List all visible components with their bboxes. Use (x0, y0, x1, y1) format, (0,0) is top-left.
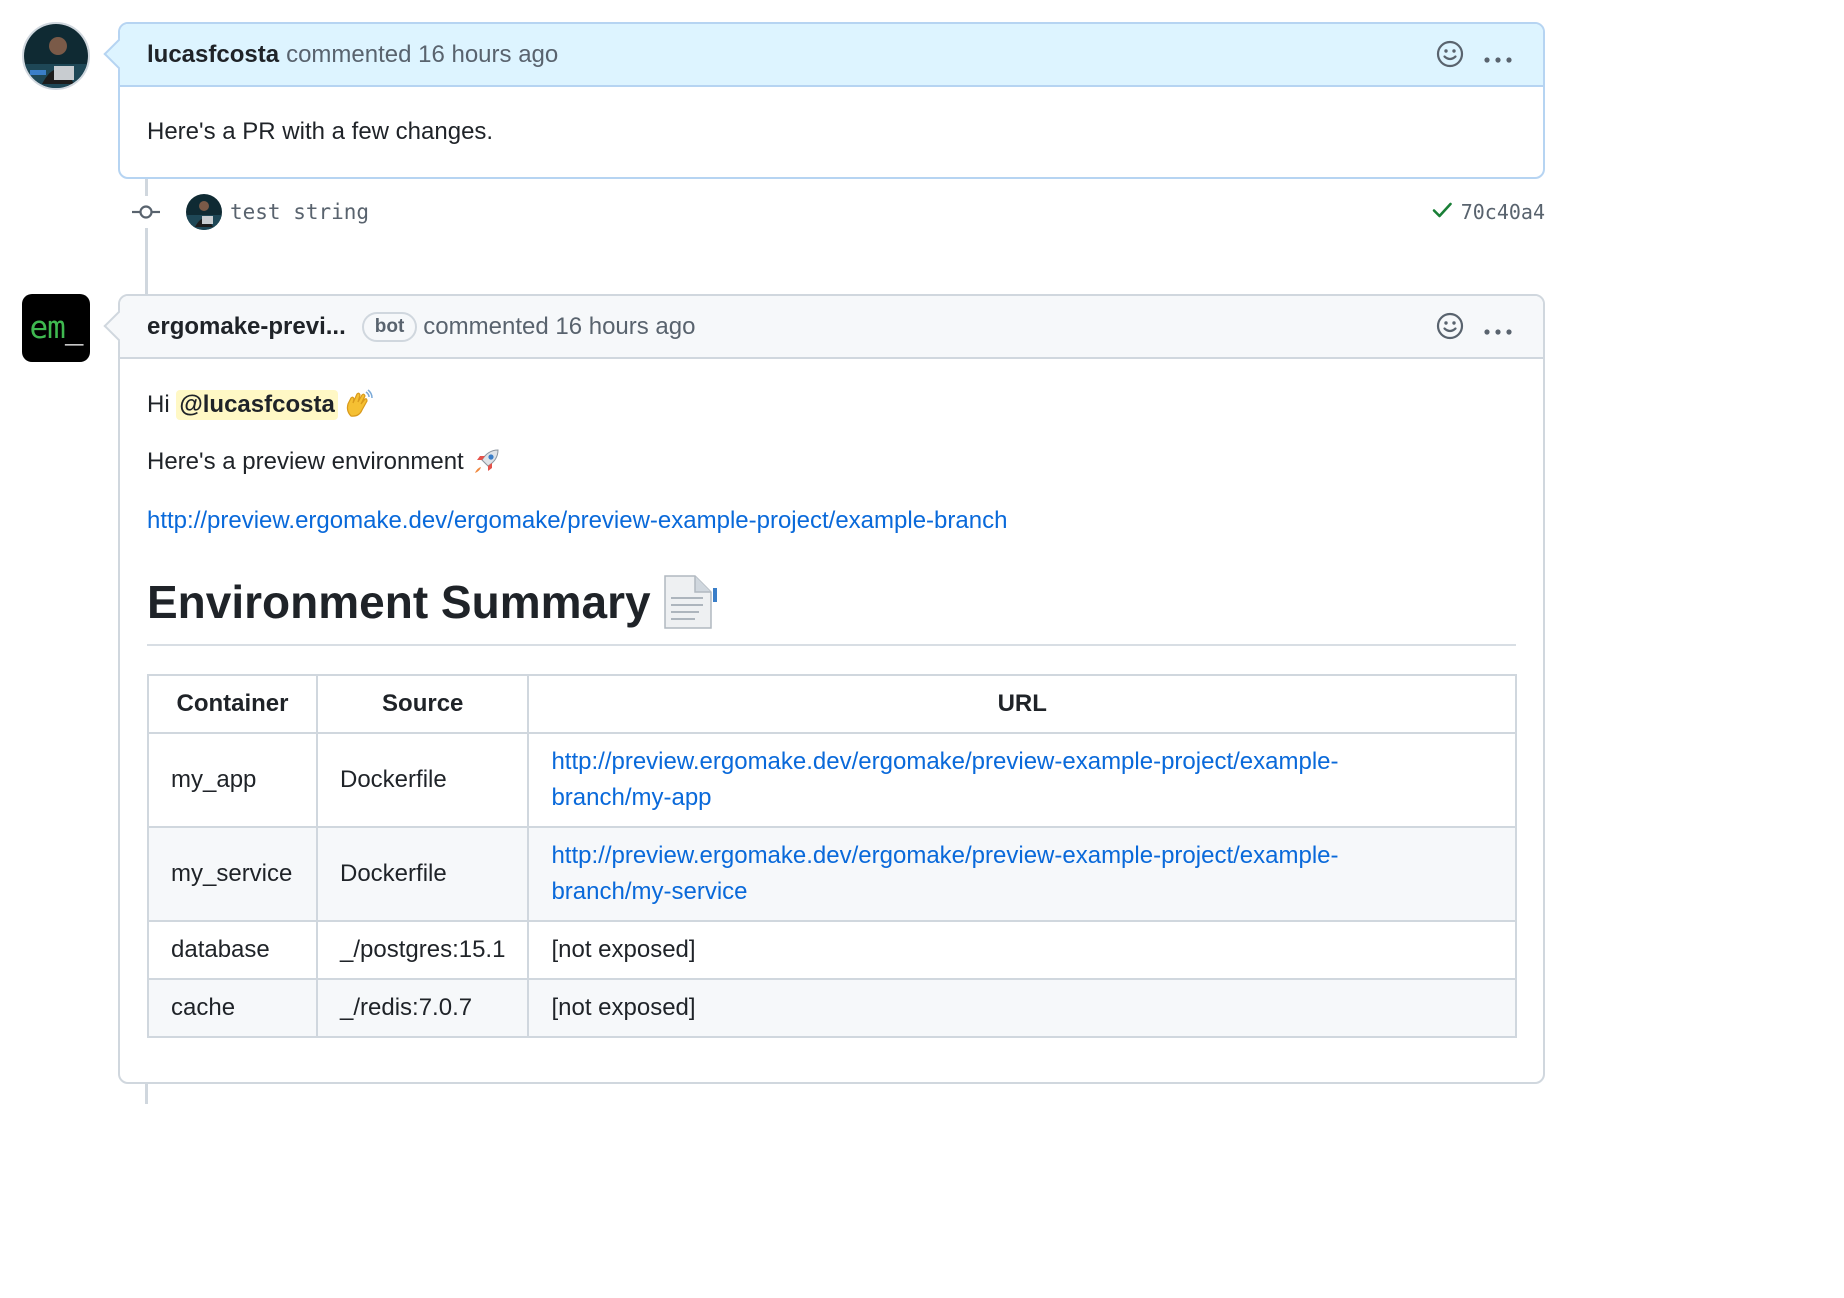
table-row: my_app Dockerfile http://preview.ergomak… (147, 732, 1517, 828)
commit-sha-link[interactable]: 70c40a4 (1461, 200, 1545, 224)
column-header-container: Container (147, 674, 318, 734)
environment-summary-heading: Environment Summary (147, 572, 1516, 646)
container-url-link[interactable]: http://preview.ergomake.dev/ergomake/pre… (551, 842, 1338, 905)
url-line-2: branch/my-app (551, 784, 712, 811)
commit-row: test string 70c40a4 (130, 190, 1545, 234)
table-row: my_service Dockerfile http://preview.erg… (147, 826, 1517, 922)
cell-container: database (147, 920, 318, 980)
kebab-horizontal-icon[interactable] (1483, 316, 1513, 344)
cell-url: [not exposed] (527, 920, 1517, 980)
avatar-text-underscore: _ (64, 310, 84, 346)
column-header-source: Source (315, 674, 530, 734)
avatar-text-em: em (29, 310, 66, 346)
cell-container: my_app (147, 732, 318, 828)
table-row: database _/postgres:15.1 [not exposed] (147, 920, 1517, 980)
smiley-icon[interactable] (1435, 311, 1465, 348)
rocket-icon (470, 446, 502, 478)
document-icon (661, 572, 721, 632)
comment-body: Here's a PR with a few changes. (120, 87, 1543, 146)
comment-body: Hi @lucasfcosta Here's a preview environ… (120, 389, 1543, 1038)
comment-timestamp[interactable]: commented 16 hours ago (286, 41, 558, 69)
cell-source: _/postgres:15.1 (315, 920, 530, 980)
comment-actions (1435, 39, 1513, 76)
comment-header: lucasfcosta commented 16 hours ago (120, 24, 1543, 87)
avatar-lucasfcosta[interactable] (22, 22, 90, 90)
cell-url: http://preview.ergomake.dev/ergomake/pre… (527, 826, 1517, 922)
commit-message-link[interactable]: test string (230, 200, 369, 224)
cell-container: cache (147, 978, 318, 1038)
table-row: cache _/redis:7.0.7 [not exposed] (147, 978, 1517, 1038)
environment-table: Container Source URL my_app Dockerfile h… (147, 674, 1517, 1038)
environment-summary-title: Environment Summary (147, 576, 651, 628)
cell-url: [not exposed] (527, 978, 1517, 1038)
waving-hand-icon (342, 389, 374, 421)
commit-status: 70c40a4 (1431, 199, 1545, 226)
comment-ergomake-bot: ergomake-previ... bot commented 16 hours… (103, 294, 1545, 1084)
comment-actions (1435, 311, 1513, 348)
mention-link[interactable]: @lucasfcosta (176, 390, 338, 420)
greeting-line: Hi @lucasfcosta (147, 389, 1516, 421)
check-icon[interactable] (1431, 199, 1453, 226)
avatar-ergomake-bot[interactable]: em _ (22, 294, 90, 362)
smiley-icon[interactable] (1435, 39, 1465, 76)
url-line-1: http://preview.ergomake.dev/ergomake/pre… (551, 748, 1339, 775)
url-line-2: branch/my-service (551, 878, 748, 905)
cell-container: my_service (147, 826, 318, 922)
comment-author-link[interactable]: lucasfcosta (147, 41, 279, 69)
commit-author-avatar[interactable] (186, 194, 222, 230)
column-header-url: URL (527, 674, 1517, 734)
preview-url-line: http://preview.ergomake.dev/ergomake/pre… (147, 507, 1516, 535)
cell-url: http://preview.ergomake.dev/ergomake/pre… (527, 732, 1517, 828)
cell-source: Dockerfile (315, 732, 530, 828)
comment-lucasfcosta: lucasfcosta commented 16 hours ago Here'… (103, 22, 1545, 179)
container-url-link[interactable]: http://preview.ergomake.dev/ergomake/pre… (551, 748, 1338, 811)
git-commit-icon (130, 196, 162, 228)
kebab-horizontal-icon[interactable] (1483, 44, 1513, 72)
cell-source: Dockerfile (315, 826, 530, 922)
comment-text: Here's a PR with a few changes. (147, 118, 494, 145)
preview-line: Here's a preview environment (147, 446, 1516, 478)
comment-header: ergomake-previ... bot commented 16 hours… (120, 296, 1543, 359)
bot-badge: bot (361, 311, 418, 342)
cell-source: _/redis:7.0.7 (315, 978, 530, 1038)
comment-author-link[interactable]: ergomake-previ... (147, 313, 346, 341)
comment-timestamp[interactable]: commented 16 hours ago (423, 313, 695, 341)
greeting-text: Hi (147, 391, 170, 418)
table-header-row: Container Source URL (147, 674, 1517, 734)
url-line-1: http://preview.ergomake.dev/ergomake/pre… (551, 842, 1339, 869)
timeline-line-bottom (145, 1083, 148, 1104)
preview-text: Here's a preview environment (147, 448, 464, 475)
preview-url-link[interactable]: http://preview.ergomake.dev/ergomake/pre… (147, 507, 1007, 534)
